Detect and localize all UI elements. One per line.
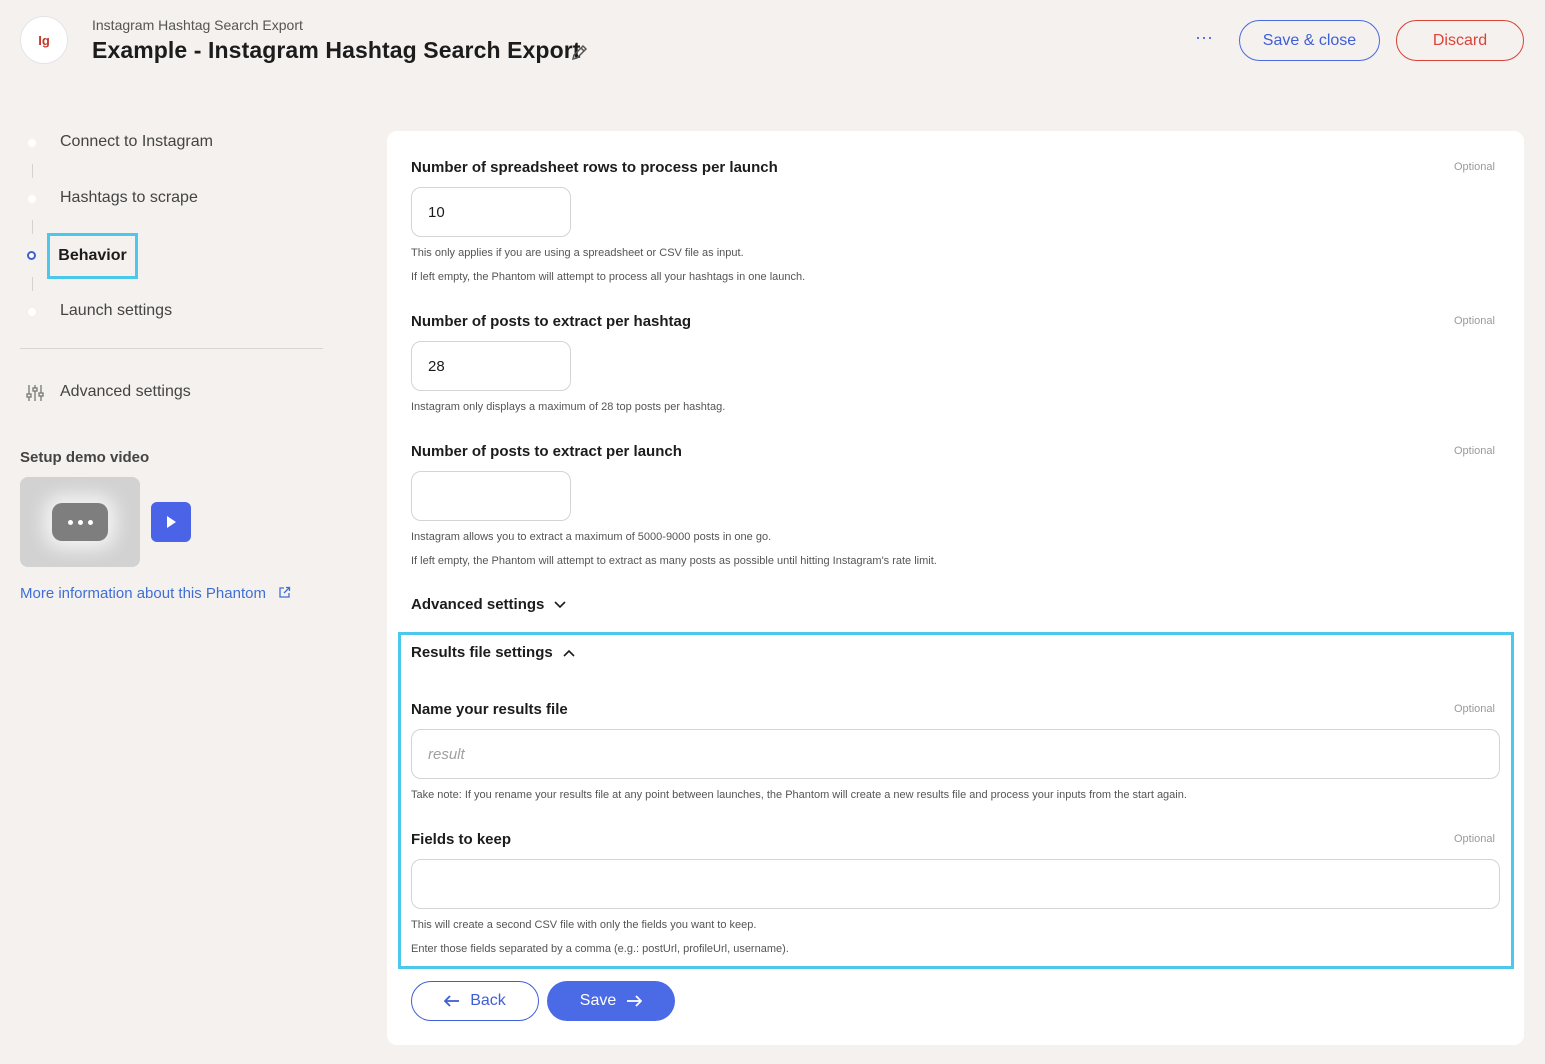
sidebar-advanced-settings[interactable]: Advanced settings: [60, 383, 191, 401]
sidebar-step-behavior[interactable]: Behavior: [47, 233, 138, 279]
play-video-button[interactable]: [151, 502, 191, 542]
back-button[interactable]: Back: [411, 981, 539, 1021]
hint-text: If left empty, the Phantom will attempt …: [411, 555, 937, 567]
step-dot-connect: [28, 139, 36, 147]
external-link-icon: [279, 586, 291, 598]
results-file-settings-toggle[interactable]: Results file settings: [411, 644, 575, 661]
back-button-label: Back: [470, 992, 506, 1009]
step-dot-behavior: [27, 251, 36, 260]
chevron-down-icon: [554, 600, 566, 608]
advanced-settings-toggle[interactable]: Advanced settings: [411, 596, 566, 613]
play-icon: [167, 516, 176, 528]
video-thumbnail[interactable]: [20, 477, 140, 567]
results-file-name-label: Name your results file: [411, 701, 568, 718]
posts-per-launch-input[interactable]: [411, 471, 571, 521]
more-options-button[interactable]: ···: [1190, 28, 1218, 52]
step-dot-hashtags: [28, 195, 36, 203]
chevron-up-icon: [563, 649, 575, 657]
hint-text: Enter those fields separated by a comma …: [411, 943, 789, 955]
save-button[interactable]: Save: [547, 981, 675, 1021]
posts-per-hashtag-label: Number of posts to extract per hashtag: [411, 313, 692, 330]
optional-tag: Optional: [1454, 161, 1495, 173]
save-button-label: Save: [579, 992, 617, 1009]
demo-video-title: Setup demo video: [20, 449, 150, 466]
sidebar-step-hashtags[interactable]: Hashtags to scrape: [60, 189, 198, 207]
video-placeholder-icon: [52, 503, 108, 541]
rows-per-launch-label: Number of spreadsheet rows to process pe…: [411, 159, 778, 176]
hint-text: This will create a second CSV file with …: [411, 919, 757, 931]
app-logo: Ig: [20, 16, 68, 64]
step-connector: [32, 164, 33, 178]
step-dot-launch: [28, 308, 36, 316]
page-subtitle: Instagram Hashtag Search Export: [92, 17, 303, 33]
app-logo-text: Ig: [38, 32, 50, 48]
fields-to-keep-label: Fields to keep: [411, 831, 512, 848]
hint-text: This only applies if you are using a spr…: [411, 247, 744, 259]
optional-tag: Optional: [1454, 315, 1495, 327]
optional-tag: Optional: [1454, 833, 1495, 845]
sidebar-step-connect[interactable]: Connect to Instagram: [60, 133, 213, 151]
rows-per-launch-input[interactable]: [411, 187, 571, 237]
more-info-link-label: More information about this Phantom: [20, 585, 266, 602]
discard-button[interactable]: Discard: [1396, 20, 1524, 61]
arrow-left-icon: [444, 995, 460, 1007]
advanced-settings-toggle-label: Advanced settings: [411, 596, 545, 613]
hint-text: Take note: If you rename your results fi…: [411, 789, 1187, 801]
results-file-settings-toggle-label: Results file settings: [411, 644, 553, 661]
hint-text: Instagram allows you to extract a maximu…: [411, 531, 772, 543]
posts-per-hashtag-input[interactable]: [411, 341, 571, 391]
sidebar-divider: [20, 348, 323, 349]
sliders-icon: [26, 384, 44, 402]
page-title: Example - Instagram Hashtag Search Expor…: [92, 37, 581, 63]
optional-tag: Optional: [1454, 703, 1495, 715]
posts-per-launch-label: Number of posts to extract per launch: [411, 443, 682, 460]
save-close-button[interactable]: Save & close: [1239, 20, 1380, 61]
hint-text: If left empty, the Phantom will attempt …: [411, 271, 806, 283]
sidebar-step-launch-settings[interactable]: Launch settings: [60, 302, 172, 320]
more-info-link[interactable]: More information about this Phantom: [20, 585, 291, 602]
fields-to-keep-input[interactable]: [411, 859, 1500, 909]
pencil-icon[interactable]: [570, 42, 590, 62]
results-file-name-input[interactable]: [411, 729, 1500, 779]
step-connector: [32, 220, 33, 234]
arrow-right-icon: [627, 995, 643, 1007]
optional-tag: Optional: [1454, 445, 1495, 457]
hint-text: Instagram only displays a maximum of 28 …: [411, 401, 726, 413]
step-connector: [32, 277, 33, 291]
sidebar-step-behavior-label: Behavior: [58, 247, 127, 264]
